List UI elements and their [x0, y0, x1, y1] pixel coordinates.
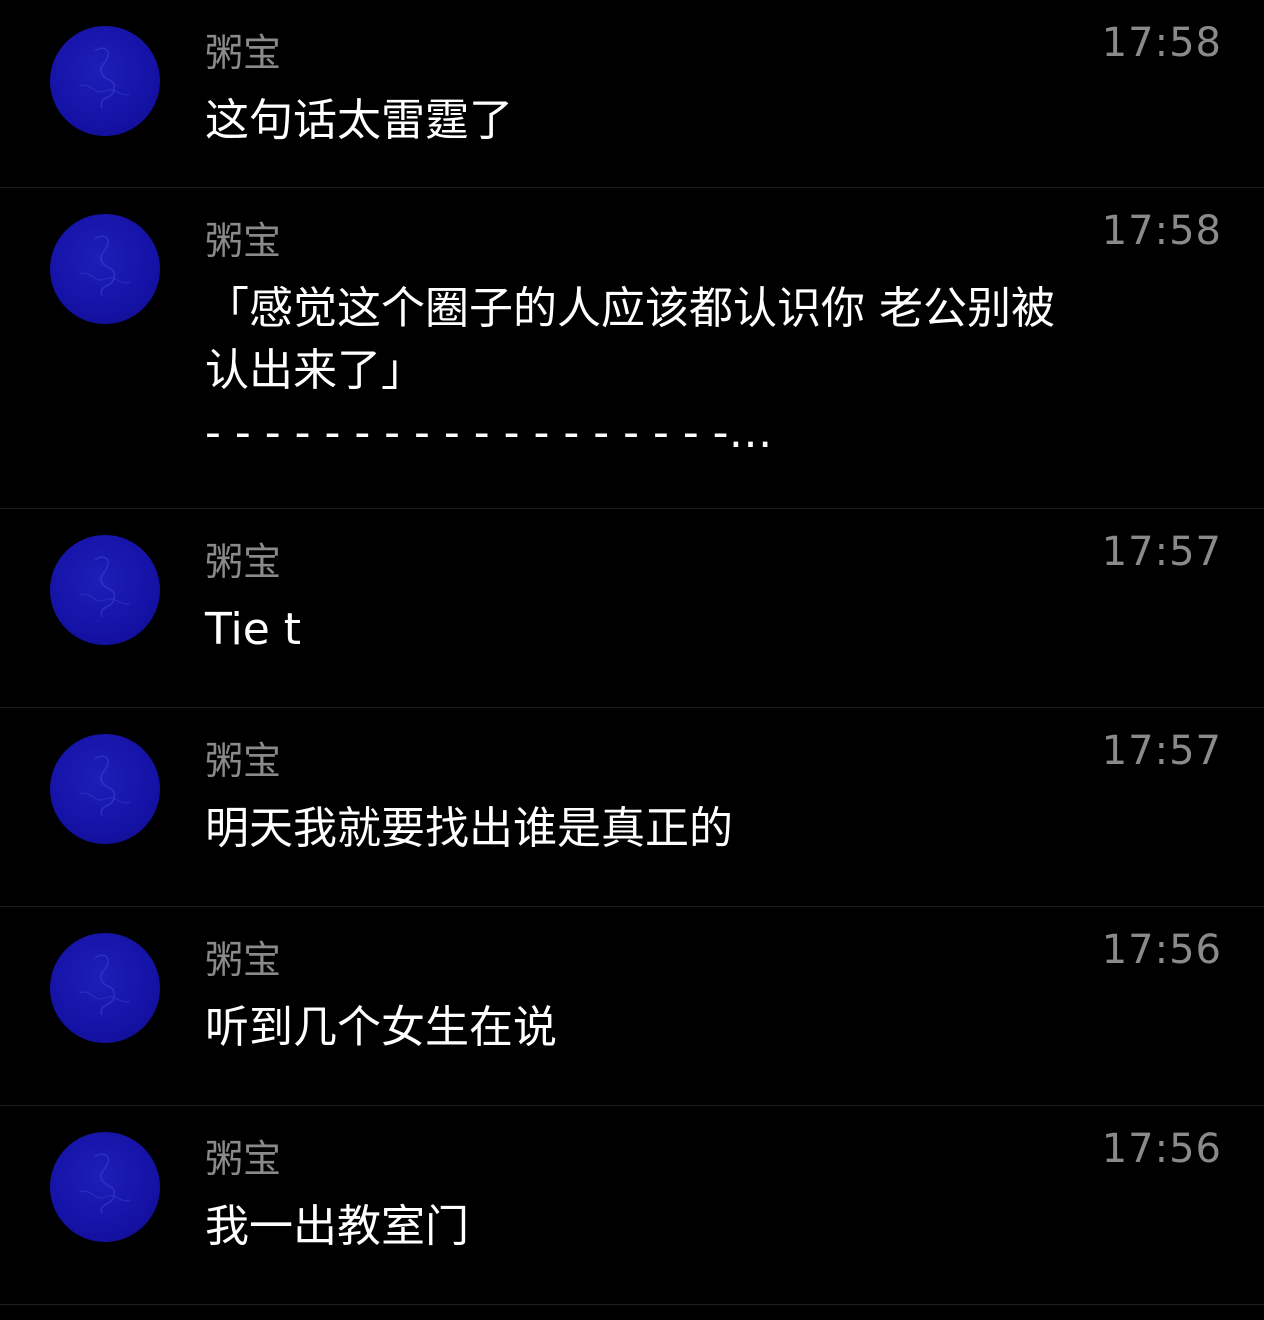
message-text: 这句话太雷霆了 [205, 95, 513, 146]
avatar[interactable] [50, 26, 160, 136]
message-time: 17:56 [1101, 1126, 1222, 1172]
message-time: 17:57 [1101, 728, 1222, 774]
message-time: 17:57 [1101, 529, 1222, 575]
message-time: 17:56 [1101, 927, 1222, 973]
message-text: 我一出教室门 [205, 1201, 469, 1252]
sender-name: 粥宝 [205, 31, 282, 75]
message-time: 17:58 [1101, 20, 1222, 66]
avatar-image [79, 755, 131, 817]
sender-name: 粥宝 [205, 219, 282, 263]
chat-list: 粥宝 17:58 这句话太雷霆了 粥宝 17:58 「感觉这个圈子的人应该都认识… [0, 0, 1264, 1320]
sender-name: 粥宝 [205, 739, 282, 783]
avatar[interactable] [50, 734, 160, 844]
chat-list-item[interactable]: 粥宝 17:56 听到几个女生在说 [0, 907, 1264, 1106]
message-text: 「感觉这个圈子的人应该都认识你 老公别被认出来了」 - - - - - - - … [205, 283, 1055, 458]
avatar[interactable] [50, 535, 160, 645]
avatar[interactable] [50, 1132, 160, 1242]
avatar-image [79, 47, 131, 109]
sender-name: 粥宝 [205, 938, 282, 982]
message-text: Tie t [205, 604, 302, 655]
chat-list-item[interactable]: 粥宝 17:57 明天我就要找出谁是真正的 [0, 708, 1264, 907]
avatar-image [79, 954, 131, 1016]
message-text: 明天我就要找出谁是真正的 [205, 803, 733, 854]
chat-list-item[interactable]: 粥宝 17:58 这句话太雷霆了 [0, 0, 1264, 188]
avatar-image [79, 1153, 131, 1215]
chat-list-item[interactable]: 粥宝 17:56 我一出教室门 [0, 1106, 1264, 1305]
message-text: 听到几个女生在说 [205, 1002, 557, 1053]
avatar-image [79, 556, 131, 618]
avatar[interactable] [50, 214, 160, 324]
chat-list-item[interactable]: 粥宝 17:58 「感觉这个圈子的人应该都认识你 老公别被认出来了」 - - -… [0, 188, 1264, 509]
sender-name: 粥宝 [205, 540, 282, 584]
avatar-image [79, 235, 131, 297]
chat-list-item[interactable]: 粥宝 17:57 Tie t [0, 509, 1264, 708]
avatar[interactable] [50, 933, 160, 1043]
message-time: 17:58 [1101, 208, 1222, 254]
sender-name: 粥宝 [205, 1137, 282, 1181]
